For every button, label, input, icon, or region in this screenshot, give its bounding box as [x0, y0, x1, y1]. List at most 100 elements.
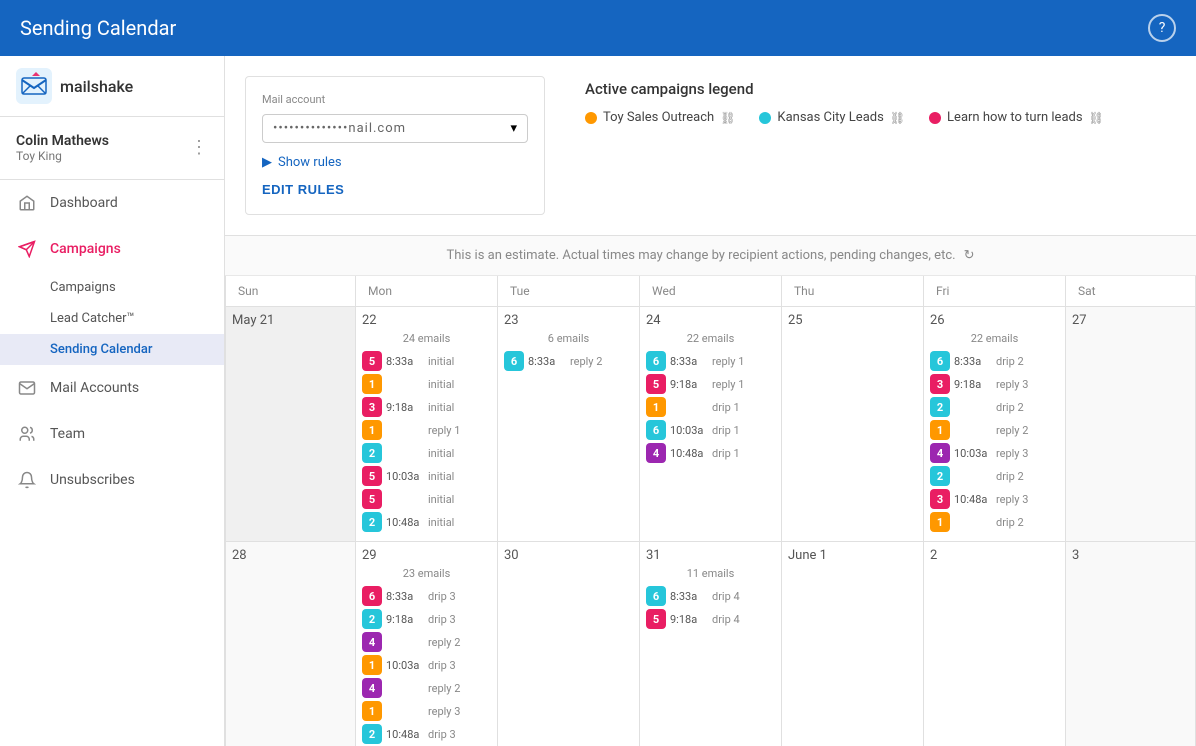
email-slot: 1reply 2	[930, 420, 1059, 440]
content-area: Mail account ••••••••••••••nail.com ▾ ▶ …	[225, 56, 1196, 746]
badge: 1	[362, 701, 382, 721]
email-slot: 59:18areply 1	[646, 374, 775, 394]
mail-account-box: Mail account ••••••••••••••nail.com ▾ ▶ …	[245, 76, 545, 215]
sidebar-sub-sending-calendar[interactable]: Sending Calendar	[0, 334, 224, 365]
email-slot: 210:48ainitial	[362, 512, 491, 532]
calendar-grid: Sun Mon Tue Wed Thu Fri Sat May 21 22 24…	[225, 276, 1196, 746]
email-slot: 1reply 3	[362, 701, 491, 721]
sidebar-item-unsubscribes[interactable]: Unsubscribes	[0, 457, 224, 503]
day-cell-jun3: 3	[1066, 542, 1196, 746]
email-slot: 2drip 2	[930, 397, 1059, 417]
sidebar-item-mail-accounts[interactable]: Mail Accounts	[0, 365, 224, 411]
badge: 2	[362, 443, 382, 463]
calendar: Sun Mon Tue Wed Thu Fri Sat May 21 22 24…	[225, 276, 1196, 746]
mail-account-label: Mail account	[262, 93, 528, 106]
email-slot: 510:03ainitial	[362, 466, 491, 486]
badge: 1	[646, 397, 666, 417]
email-slot: 4reply 2	[362, 678, 491, 698]
day-number-jun1: June 1	[788, 548, 917, 563]
user-menu-button[interactable]: ⋮	[190, 139, 208, 157]
badge: 3	[362, 397, 382, 417]
sidebar-item-campaigns-label: Campaigns	[50, 241, 121, 257]
send-icon	[16, 238, 38, 260]
day-number-may31: 31	[646, 548, 775, 563]
day-number-may27: 27	[1072, 313, 1189, 328]
top-header: Sending Calendar ?	[0, 0, 1196, 56]
badge: 1	[362, 374, 382, 394]
legend-label-toy-sales: Toy Sales Outreach	[603, 110, 714, 125]
sidebar-item-unsubscribes-label: Unsubscribes	[50, 472, 135, 488]
legend-dot-kansas-city	[759, 112, 771, 124]
badge: 3	[930, 374, 950, 394]
day-number-may23: 23	[504, 313, 633, 328]
badge: 4	[646, 443, 666, 463]
day-cell-may22: 22 24 emails 58:33ainitial 1initial 39:1…	[356, 307, 498, 542]
day-number-jun2: 2	[930, 548, 1059, 563]
email-slot: 2initial	[362, 443, 491, 463]
email-slot: 410:03areply 3	[930, 443, 1059, 463]
day-number-may30: 30	[504, 548, 633, 563]
sidebar-item-campaigns[interactable]: Campaigns	[0, 226, 224, 272]
refresh-icon[interactable]: ↻	[964, 248, 975, 263]
badge: 5	[646, 374, 666, 394]
day-cell-may31: 31 11 emails 68:33adrip 4 59:18adrip 4	[640, 542, 782, 746]
badge: 4	[362, 632, 382, 652]
top-panel: Mail account ••••••••••••••nail.com ▾ ▶ …	[225, 56, 1196, 236]
emails-count-may24: 22 emails	[646, 332, 775, 345]
day-header-tue: Tue	[498, 276, 640, 307]
email-slot: 39:18ainitial	[362, 397, 491, 417]
day-number-may21: May 21	[232, 313, 349, 328]
team-icon	[16, 423, 38, 445]
day-number-may29: 29	[362, 548, 491, 563]
sidebar-sub-campaigns-label: Campaigns	[50, 280, 116, 295]
sidebar-item-team[interactable]: Team	[0, 411, 224, 457]
email-slot: 1reply 1	[362, 420, 491, 440]
day-cell-may23: 23 6 emails 68:33areply 2	[498, 307, 640, 542]
email-slot: 29:18adrip 3	[362, 609, 491, 629]
email-slot: 68:33adrip 2	[930, 351, 1059, 371]
mailshake-logo-icon	[16, 68, 52, 104]
email-slot: 68:33areply 2	[504, 351, 633, 371]
day-cell-jun2: 2	[924, 542, 1066, 746]
sidebar-item-dashboard[interactable]: Dashboard	[0, 180, 224, 226]
email-slot: 410:48adrip 1	[646, 443, 775, 463]
email-slot: 68:33adrip 4	[646, 586, 775, 606]
day-header-mon: Mon	[356, 276, 498, 307]
emails-count-may26: 22 emails	[930, 332, 1059, 345]
day-number-may22: 22	[362, 313, 491, 328]
legend-dot-learn-leads	[929, 112, 941, 124]
email-slot: 68:33areply 1	[646, 351, 775, 371]
day-cell-jun1: June 1	[782, 542, 924, 746]
legend-label-kansas-city: Kansas City Leads	[777, 110, 883, 125]
show-rules-toggle[interactable]: ▶ Show rules	[262, 143, 528, 170]
sidebar-user: Colin Mathews Toy King ⋮	[0, 117, 224, 180]
legend-box: Active campaigns legend Toy Sales Outrea…	[585, 76, 1104, 215]
legend-item-toy-sales: Toy Sales Outreach ⛓	[585, 110, 735, 125]
email-slot: 4reply 2	[362, 632, 491, 652]
badge: 6	[646, 351, 666, 371]
estimate-bar: This is an estimate. Actual times may ch…	[225, 236, 1196, 276]
edit-rules-button[interactable]: EDIT RULES	[262, 182, 344, 197]
email-slot: 610:03adrip 1	[646, 420, 775, 440]
emails-count-may29: 23 emails	[362, 567, 491, 580]
email-slot: 59:18adrip 4	[646, 609, 775, 629]
sidebar-sub-lead-catcher[interactable]: Lead Catcher™	[0, 303, 224, 334]
sidebar-sub-lead-catcher-label: Lead Catcher™	[50, 311, 135, 326]
day-header-sat: Sat	[1066, 276, 1196, 307]
badge: 6	[646, 586, 666, 606]
day-cell-may30: 30	[498, 542, 640, 746]
main-layout: mailshake Colin Mathews Toy King ⋮ Dashb…	[0, 56, 1196, 746]
email-slot: 210:48adrip 3	[362, 724, 491, 744]
help-button[interactable]: ?	[1148, 14, 1176, 42]
badge: 2	[362, 512, 382, 532]
bell-icon	[16, 469, 38, 491]
sidebar-sub-campaigns[interactable]: Campaigns	[0, 272, 224, 303]
badge: 4	[930, 443, 950, 463]
mail-account-select[interactable]: ••••••••••••••nail.com ▾	[262, 114, 528, 143]
day-number-may28: 28	[232, 548, 349, 563]
logo-text: mailshake	[60, 77, 133, 96]
day-number-may25: 25	[788, 313, 917, 328]
day-cell-may25: 25	[782, 307, 924, 542]
email-slot: 1drip 1	[646, 397, 775, 417]
day-cell-may24: 24 22 emails 68:33areply 1 59:18areply 1…	[640, 307, 782, 542]
